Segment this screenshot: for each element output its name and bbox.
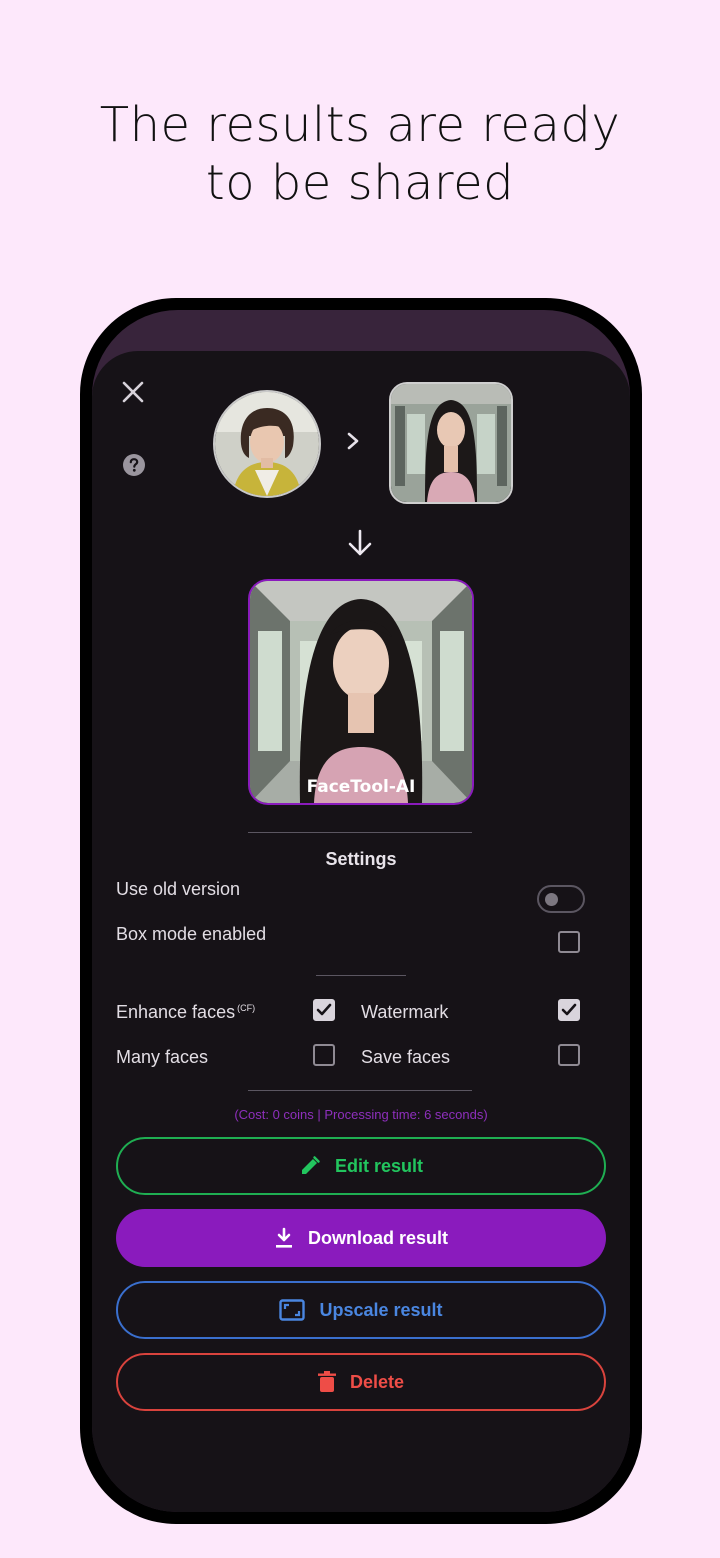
phone-frame: FaceTool-AI Settings Use old version Box… bbox=[80, 298, 642, 1524]
pencil-icon bbox=[301, 1156, 320, 1174]
check-icon bbox=[316, 1003, 332, 1016]
headline-line-2: to be shared bbox=[205, 155, 515, 211]
result-sheet: FaceTool-AI Settings Use old version Box… bbox=[92, 351, 630, 1512]
close-icon[interactable] bbox=[122, 381, 144, 403]
headline-line-1: The results are ready bbox=[99, 97, 621, 153]
upscale-result-label: Upscale result bbox=[319, 1299, 443, 1320]
toggle-knob bbox=[545, 893, 558, 906]
divider bbox=[248, 1090, 472, 1091]
check-icon bbox=[561, 1003, 577, 1016]
many-faces-checkbox[interactable] bbox=[313, 1044, 335, 1066]
use-old-version-label: Use old version bbox=[116, 879, 241, 899]
box-mode-label: Box mode enabled bbox=[116, 924, 267, 944]
download-icon bbox=[275, 1227, 292, 1248]
many-faces-label: Many faces bbox=[116, 1047, 209, 1067]
headline: The results are ready to be shared bbox=[0, 96, 720, 212]
enhance-faces-checkbox[interactable] bbox=[313, 999, 335, 1021]
help-circle-icon[interactable] bbox=[122, 453, 146, 477]
enhance-faces-label: Enhance faces (CF) bbox=[116, 1002, 255, 1023]
chevron-right-icon bbox=[345, 431, 361, 451]
watermark-label-setting: Watermark bbox=[361, 1002, 449, 1022]
save-faces-label: Save faces bbox=[361, 1047, 451, 1067]
aspect-ratio-icon bbox=[279, 1299, 306, 1321]
enhance-faces-text: Enhance faces bbox=[116, 1002, 236, 1022]
trash-icon bbox=[317, 1371, 336, 1392]
arrow-down-icon bbox=[347, 529, 373, 557]
upscale-result-button[interactable]: Upscale result bbox=[116, 1281, 606, 1339]
use-old-version-toggle[interactable] bbox=[537, 885, 585, 913]
phone-screen: FaceTool-AI Settings Use old version Box… bbox=[92, 310, 630, 1512]
cost-info: (Cost: 0 coins | Processing time: 6 seco… bbox=[234, 1107, 488, 1122]
settings-title: Settings bbox=[325, 849, 397, 869]
edit-result-button[interactable]: Edit result bbox=[116, 1137, 606, 1195]
source-face-thumbnail[interactable] bbox=[213, 390, 321, 498]
divider bbox=[316, 975, 406, 976]
target-image-thumbnail[interactable] bbox=[389, 382, 513, 504]
download-result-button[interactable]: Download result bbox=[116, 1209, 606, 1267]
save-faces-checkbox[interactable] bbox=[558, 1044, 580, 1066]
divider bbox=[248, 832, 472, 833]
edit-result-label: Edit result bbox=[334, 1155, 423, 1176]
box-mode-checkbox[interactable] bbox=[558, 931, 580, 953]
download-result-label: Download result bbox=[307, 1227, 448, 1248]
watermark-checkbox[interactable] bbox=[558, 999, 580, 1021]
delete-button[interactable]: Delete bbox=[116, 1353, 606, 1411]
enhance-faces-superscript: (CF) bbox=[237, 1003, 256, 1013]
watermark-label: FaceTool-AI bbox=[306, 777, 416, 797]
result-image[interactable]: FaceTool-AI bbox=[248, 579, 474, 805]
delete-label: Delete bbox=[349, 1371, 405, 1392]
